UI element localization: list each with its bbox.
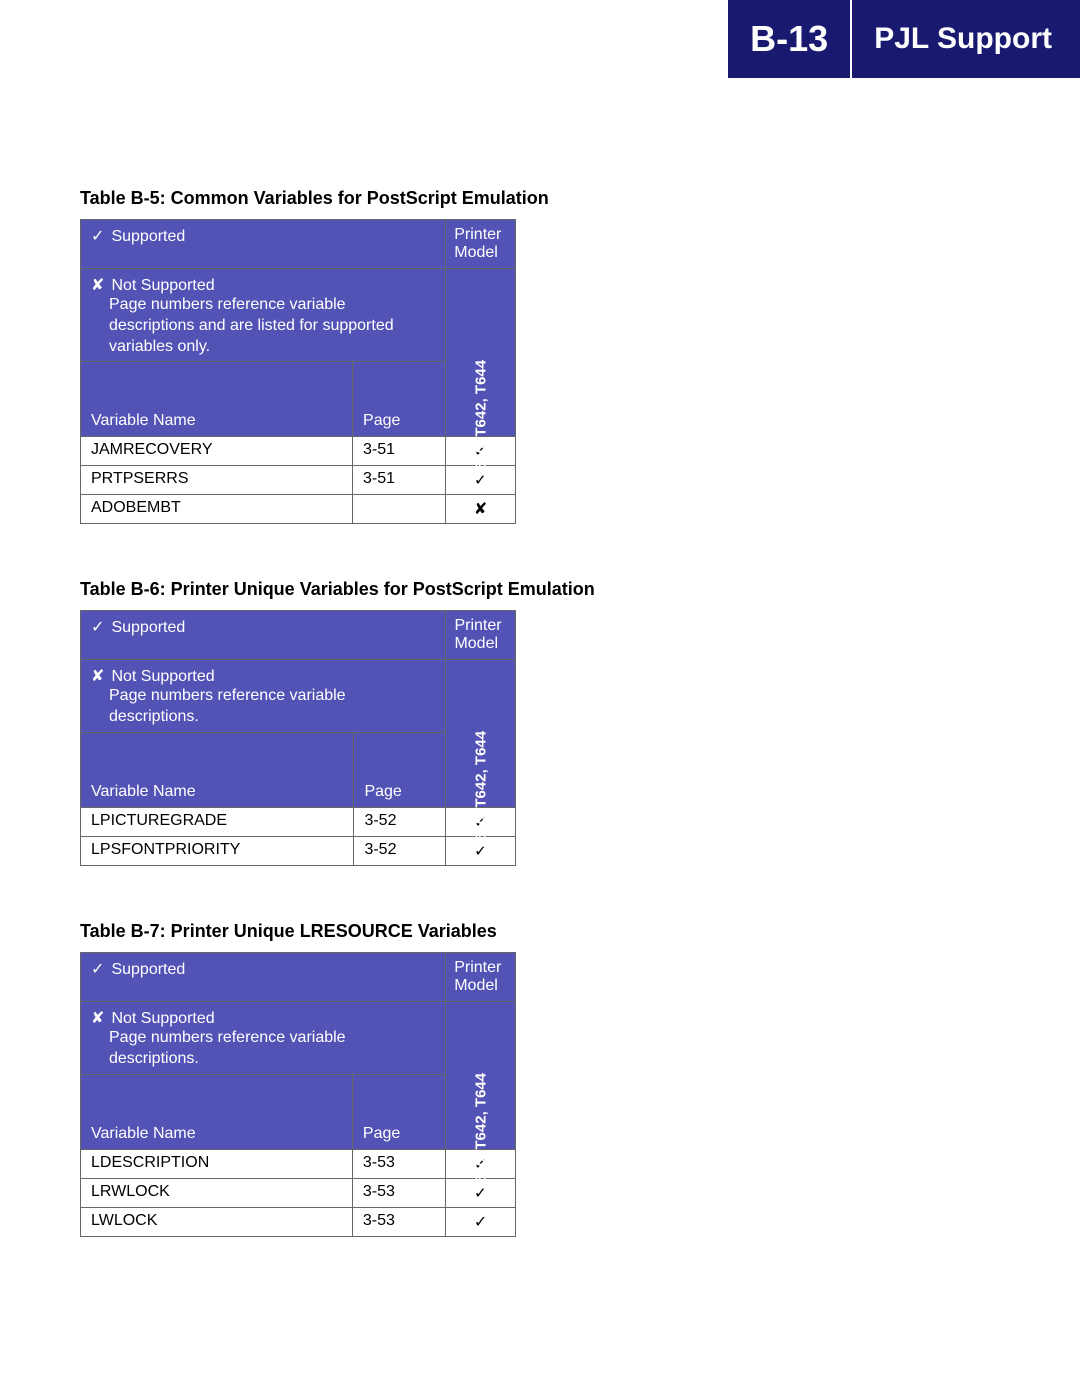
column-header-variable-name: Variable Name: [81, 1074, 353, 1149]
table-row: LRWLOCK3-53✓: [81, 1178, 516, 1207]
legend-notsupported-text: Not Supported: [111, 668, 214, 685]
page-cell: [353, 495, 446, 524]
column-header-variable-name: Variable Name: [81, 732, 354, 807]
page-cell: 3-51: [353, 437, 446, 466]
check-icon: ✓: [91, 617, 107, 637]
variable-name-cell: JAMRECOVERY: [81, 437, 353, 466]
table-row: LWLOCK3-53✓: [81, 1207, 516, 1236]
variables-table: ✓ SupportedPrinter Model✘ Not SupportedP…: [80, 610, 516, 866]
cross-icon: ✘: [91, 275, 107, 295]
printer-model-label: T640, T642, T644: [472, 360, 489, 479]
table-row: LPICTUREGRADE3-52✓: [81, 807, 516, 836]
table-caption: Table B-7: Printer Unique LRESOURCE Vari…: [80, 921, 1000, 942]
variables-table: ✓ SupportedPrinter Model✘ Not SupportedP…: [80, 219, 516, 524]
legend-notsupported-text: Not Supported: [111, 277, 214, 294]
column-header-variable-name: Variable Name: [81, 362, 353, 437]
check-icon: ✓: [91, 959, 107, 979]
page-header: B-13 PJL Support: [0, 0, 1080, 78]
printer-model-header: Printer Model: [446, 220, 516, 269]
table-caption: Table B-6: Printer Unique Variables for …: [80, 579, 1000, 600]
legend-not-supported: ✘ Not SupportedPage numbers reference va…: [81, 269, 446, 362]
variables-table: ✓ SupportedPrinter Model✘ Not SupportedP…: [80, 952, 516, 1237]
legend-supported-text: Supported: [111, 228, 185, 245]
printer-model-column: T640, T642, T644: [446, 660, 516, 808]
page-content: Table B-5: Common Variables for PostScri…: [0, 78, 1080, 1332]
cross-icon: ✘: [91, 1008, 107, 1028]
page-cell: 3-52: [354, 807, 446, 836]
column-header-page: Page: [352, 1074, 445, 1149]
page-cell: 3-53: [352, 1178, 445, 1207]
legend-note: Page numbers reference variable descript…: [91, 686, 435, 728]
table-caption: Table B-5: Common Variables for PostScri…: [80, 188, 1000, 209]
legend-not-supported: ✘ Not SupportedPage numbers reference va…: [81, 1001, 446, 1074]
variable-name-cell: PRTPSERRS: [81, 466, 353, 495]
check-icon: ✓: [91, 226, 107, 246]
printer-model-label: T640, T642, T644: [472, 1072, 489, 1191]
printer-model-header: Printer Model: [446, 952, 516, 1001]
variable-name-cell: LWLOCK: [81, 1207, 353, 1236]
legend-not-supported: ✘ Not SupportedPage numbers reference va…: [81, 660, 446, 733]
table-row: PRTPSERRS3-51✓: [81, 466, 516, 495]
cross-icon: ✘: [91, 666, 107, 686]
legend-supported: ✓ Supported: [81, 220, 446, 269]
support-cell: ✘: [446, 495, 516, 524]
table-row: ADOBEMBT ✘: [81, 495, 516, 524]
page-cell: 3-53: [352, 1149, 445, 1178]
legend-notsupported-text: Not Supported: [111, 1010, 214, 1027]
column-header-page: Page: [353, 362, 446, 437]
legend-note: Page numbers reference variable descript…: [91, 295, 435, 357]
table-row: JAMRECOVERY3-51✓: [81, 437, 516, 466]
legend-note: Page numbers reference variable descript…: [91, 1028, 435, 1070]
variable-name-cell: LDESCRIPTION: [81, 1149, 353, 1178]
printer-model-header: Printer Model: [446, 611, 516, 660]
table-row: LDESCRIPTION3-53✓: [81, 1149, 516, 1178]
printer-model-column: T640, T642, T644: [446, 269, 516, 437]
variable-name-cell: ADOBEMBT: [81, 495, 353, 524]
page-cell: 3-53: [352, 1207, 445, 1236]
page-cell: 3-51: [353, 466, 446, 495]
table-row: LPSFONTPRIORITY3-52✓: [81, 836, 516, 865]
page-cell: 3-52: [354, 836, 446, 865]
legend-supported: ✓ Supported: [81, 611, 446, 660]
variable-name-cell: LPICTUREGRADE: [81, 807, 354, 836]
legend-supported-text: Supported: [111, 961, 185, 978]
variable-name-cell: LRWLOCK: [81, 1178, 353, 1207]
variable-name-cell: LPSFONTPRIORITY: [81, 836, 354, 865]
printer-model-column: T640, T642, T644: [446, 1001, 516, 1149]
printer-model-label: T640, T642, T644: [472, 731, 489, 850]
column-header-page: Page: [354, 732, 446, 807]
legend-supported-text: Supported: [111, 619, 185, 636]
legend-supported: ✓ Supported: [81, 952, 446, 1001]
page-number: B-13: [728, 0, 852, 78]
support-cell: ✓: [446, 1207, 516, 1236]
page-title: PJL Support: [852, 0, 1080, 78]
